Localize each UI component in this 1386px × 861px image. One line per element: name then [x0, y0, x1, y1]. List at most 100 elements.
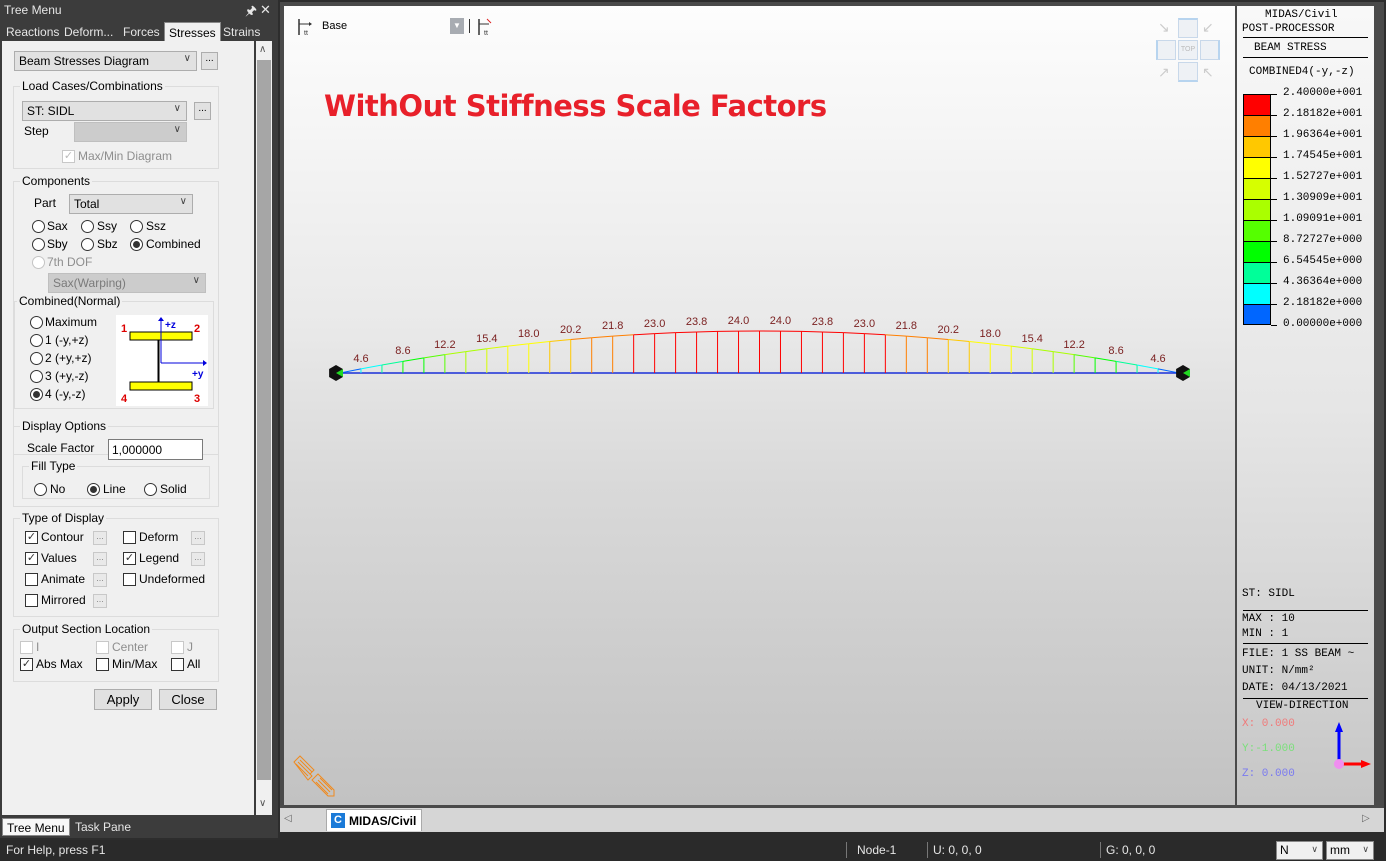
status-bar: For Help, press F1 Node-1 U: 0, 0, 0 G: … — [0, 840, 1386, 861]
mirrored-label: Mirrored — [41, 593, 86, 607]
legend-checkbox[interactable]: ✓ — [123, 552, 136, 565]
status-separator — [927, 842, 928, 858]
model-viewport[interactable]: tt Base ▼ tt WithOut Stiffness Scale Fac… — [284, 6, 1235, 805]
stress-value-label: 21.8 — [601, 320, 624, 333]
radio-7th-dof[interactable] — [32, 256, 45, 269]
load-case-select[interactable]: ST: SIDL ∨ — [22, 101, 187, 121]
radio-sby-label: Sby — [47, 237, 68, 251]
abs-max-checkbox[interactable]: ✓ — [20, 658, 33, 671]
scroll-thumb[interactable] — [257, 60, 271, 780]
diagram-options-button[interactable]: ... — [201, 52, 218, 70]
tab-stresses[interactable]: Stresses — [164, 22, 221, 41]
section-i-checkbox[interactable] — [20, 641, 33, 654]
radio-fill-no[interactable] — [34, 483, 47, 496]
doc-tab-midas-civil[interactable]: C MIDAS/Civil — [326, 809, 422, 831]
section-j-checkbox[interactable] — [171, 641, 184, 654]
contour-checkbox[interactable]: ✓ — [25, 531, 38, 544]
mirrored-options-button[interactable]: ... — [93, 594, 107, 608]
chevron-down-icon: ∨ — [179, 196, 187, 207]
scroll-down-icon[interactable]: ∨ — [259, 798, 266, 809]
radio-ssy[interactable] — [81, 220, 94, 233]
section-center-checkbox[interactable] — [96, 641, 109, 654]
result-legend-panel: MIDAS/Civil POST-PROCESSOR BEAM STRESS C… — [1237, 6, 1374, 805]
components-legend: Components — [22, 174, 91, 188]
tab-task-pane[interactable]: Task Pane — [71, 818, 135, 836]
radio-sax[interactable] — [32, 220, 45, 233]
values-label: Values — [41, 551, 77, 565]
length-unit-select[interactable]: mm ∨ — [1326, 841, 1374, 860]
point-3-label: 3 — [194, 393, 200, 405]
contour-options-button[interactable]: ... — [93, 531, 107, 545]
maxmin-diagram-label: Max/Min Diagram — [78, 149, 173, 163]
stress-value-label: 23.8 — [685, 315, 708, 328]
tab-scroll-right-icon[interactable]: ▷ — [1362, 813, 1370, 824]
tab-strains[interactable]: Strains — [223, 22, 260, 41]
maxmin-diagram-checkbox[interactable]: ✓ — [62, 150, 75, 163]
stress-value-label: 24.0 — [769, 315, 792, 328]
tree-menu-panel: Tree Menu 🖈 ✕ Reactions Deform... Forces… — [0, 0, 278, 838]
stress-value-label: 15.4 — [476, 332, 498, 345]
load-case-options-button[interactable]: ... — [194, 102, 211, 120]
legend-swatch — [1243, 241, 1271, 262]
warping-select[interactable]: Sax(Warping) ∨ — [48, 273, 206, 293]
legend-swatch — [1243, 304, 1271, 325]
section-j-label: J — [187, 640, 193, 654]
radio-fill-line[interactable] — [87, 483, 100, 496]
diagram-type-select[interactable]: Beam Stresses Diagram ∨ — [14, 51, 197, 71]
pan-zoom-icon[interactable] — [292, 754, 338, 800]
output-section-legend: Output Section Location — [22, 622, 151, 636]
deform-options-button[interactable]: ... — [191, 531, 205, 545]
panel-bottom-tabs: Tree Menu Task Pane — [0, 816, 278, 838]
radio-fill-solid[interactable] — [144, 483, 157, 496]
radio-point-4[interactable] — [30, 388, 43, 401]
status-node: Node-1 — [857, 843, 897, 857]
scale-factor-input[interactable] — [108, 439, 203, 460]
values-options-button[interactable]: ... — [93, 552, 107, 566]
radio-maximum[interactable] — [30, 316, 43, 329]
legend-divider — [1243, 643, 1368, 644]
tab-reactions[interactable]: Reactions — [6, 22, 59, 41]
all-checkbox[interactable] — [171, 658, 184, 671]
animate-label: Animate — [41, 572, 86, 586]
point-1-label: 1 — [121, 323, 127, 335]
radio-sby[interactable] — [32, 238, 45, 251]
tab-forces[interactable]: Forces — [123, 22, 160, 41]
close-button[interactable]: Close — [159, 689, 217, 710]
status-help: For Help, press F1 — [6, 843, 106, 857]
step-select[interactable]: ∨ — [74, 122, 187, 142]
status-ucs: U: 0, 0, 0 — [933, 843, 982, 857]
radio-point-3[interactable] — [30, 370, 43, 383]
radio-point-2[interactable] — [30, 352, 43, 365]
close-icon[interactable]: ✕ — [260, 2, 271, 18]
radio-sbz[interactable] — [81, 238, 94, 251]
tree-menu-title: Tree Menu — [4, 3, 62, 17]
scale-factor-label: Scale Factor — [27, 441, 95, 455]
apply-button[interactable]: Apply — [94, 689, 152, 710]
animate-checkbox[interactable] — [25, 573, 38, 586]
legend-tick — [1271, 94, 1277, 95]
abs-max-label: Abs Max — [36, 657, 83, 671]
legend-options-button[interactable]: ... — [191, 552, 205, 566]
status-gcs: G: 0, 0, 0 — [1106, 843, 1156, 857]
undeformed-checkbox[interactable] — [123, 573, 136, 586]
tab-tree-menu[interactable]: Tree Menu — [2, 818, 70, 836]
pin-icon[interactable]: 🖈 — [245, 2, 257, 24]
radio-combined[interactable] — [130, 238, 143, 251]
tab-scroll-left-icon[interactable]: ◁ — [284, 813, 292, 824]
tab-deform[interactable]: Deform... — [64, 22, 113, 41]
mirrored-checkbox[interactable] — [25, 594, 38, 607]
force-unit-select[interactable]: N ∨ — [1276, 841, 1323, 860]
legend-value-label: 1.96364e+001 — [1283, 129, 1363, 141]
status-separator — [1100, 842, 1101, 858]
radio-point-1-label: 1 (-y,+z) — [45, 333, 89, 347]
min-max-checkbox[interactable] — [96, 658, 109, 671]
part-select[interactable]: Total ∨ — [69, 194, 193, 214]
scroll-up-icon[interactable]: ∧ — [259, 44, 266, 55]
tree-scrollbar[interactable]: ∧ ∨ — [256, 41, 272, 815]
values-checkbox[interactable]: ✓ — [25, 552, 38, 565]
radio-point-1[interactable] — [30, 334, 43, 347]
radio-ssz[interactable] — [130, 220, 143, 233]
legend-file: FILE: 1 SS BEAM ~ — [1242, 648, 1355, 660]
animate-options-button[interactable]: ... — [93, 573, 107, 587]
deform-checkbox[interactable] — [123, 531, 136, 544]
